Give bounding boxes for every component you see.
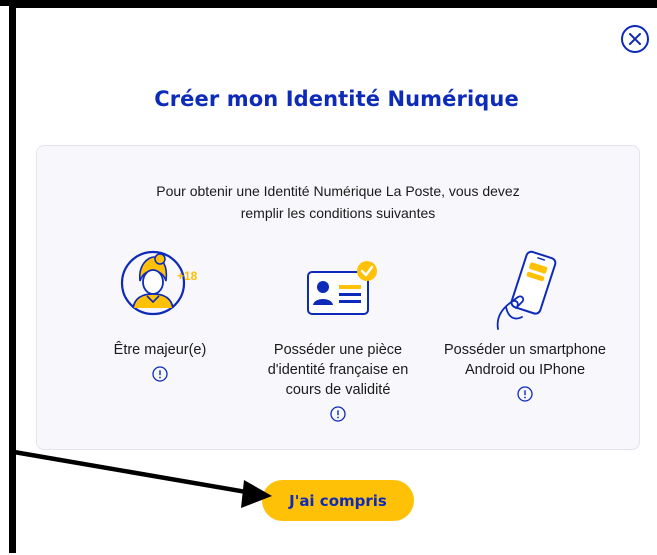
condition-smartphone: Posséder un smartphone Android ou IPhone [430, 245, 620, 402]
intro-text: Pour obtenir une Identité Numérique La P… [36, 180, 640, 224]
condition-adult-line-1: Être majeur(e) [113, 342, 207, 358]
condition-smartphone-line-1: Posséder un smartphone [443, 342, 606, 358]
condition-adult-label: Être majeur(e) [95, 340, 225, 360]
confirm-button[interactable]: J'ai compris [262, 480, 414, 521]
intro-line-1: Pour obtenir une Identité Numérique La P… [156, 183, 520, 199]
frame-border-left [9, 6, 16, 553]
age-badge: +18 [177, 269, 198, 283]
close-icon[interactable] [620, 24, 650, 54]
condition-id-card: Posséder une pièce d'identité française … [243, 245, 433, 422]
condition-smartphone-line-2: Android ou IPhone [464, 362, 586, 378]
condition-id-card-line-3: cours de validité [285, 382, 391, 398]
info-icon[interactable] [152, 366, 168, 382]
info-icon[interactable] [330, 406, 346, 422]
modal-title: Créer mon Identité Numérique [154, 87, 519, 111]
condition-smartphone-label: Posséder un smartphone Android ou IPhone [430, 340, 620, 380]
intro-line-2: remplir les conditions suivantes [240, 205, 436, 221]
smartphone-hand-icon [496, 250, 557, 330]
condition-adult: +18 Être majeur(e) [95, 245, 225, 382]
condition-id-card-label: Posséder une pièce d'identité française … [243, 340, 433, 400]
condition-id-card-line-2: d'identité française en [267, 362, 409, 378]
condition-id-card-line-1: Posséder une pièce [273, 342, 403, 358]
adult-person-icon: +18 [120, 250, 198, 316]
id-card-check-icon [307, 261, 377, 315]
info-icon[interactable] [517, 386, 533, 402]
